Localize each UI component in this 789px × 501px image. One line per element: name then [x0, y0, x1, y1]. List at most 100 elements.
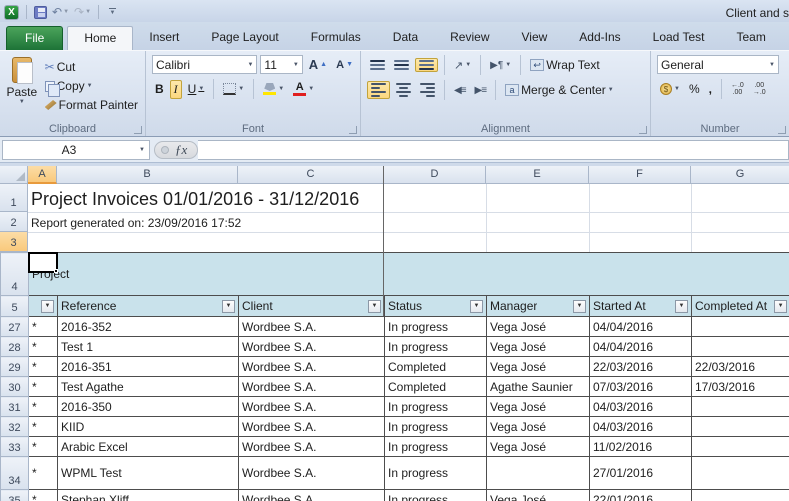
text-direction-button[interactable]: ▶¶▼: [487, 59, 514, 72]
ribbon-tab-insert[interactable]: Insert: [133, 26, 195, 50]
fill-color-button[interactable]: ▼: [260, 82, 287, 96]
row-number[interactable]: 29: [1, 357, 29, 377]
redo-button[interactable]: ↷▼: [74, 5, 91, 19]
comma-style-button[interactable]: ,: [706, 81, 715, 97]
ribbon-tab-view[interactable]: View: [506, 26, 564, 50]
cell[interactable]: Completed: [385, 357, 487, 377]
header-cell[interactable]: Status▼: [385, 296, 487, 317]
header-cell[interactable]: Completed At▼: [692, 296, 789, 317]
paste-button[interactable]: Paste ▼: [6, 57, 38, 122]
cell[interactable]: [692, 457, 789, 490]
percent-style-button[interactable]: %: [686, 81, 703, 97]
cell[interactable]: In progress: [385, 397, 487, 417]
cell[interactable]: In progress: [385, 337, 487, 357]
column-header-D[interactable]: D: [384, 166, 486, 184]
ribbon-tab-load-test[interactable]: Load Test: [637, 26, 721, 50]
decrease-indent-button[interactable]: ◀≡: [451, 84, 469, 97]
name-box[interactable]: A3 ▼: [2, 140, 150, 160]
cell[interactable]: In progress: [385, 317, 487, 337]
cell[interactable]: Wordbee S.A.: [239, 490, 385, 501]
filter-icon[interactable]: ▼: [222, 300, 235, 313]
cell[interactable]: Agathe Saunier: [487, 377, 590, 397]
cell[interactable]: 2016-350: [58, 397, 239, 417]
header-cell[interactable]: Manager▼: [487, 296, 590, 317]
cell[interactable]: *: [29, 490, 58, 501]
font-size-combo[interactable]: 11▼: [260, 55, 302, 74]
cell[interactable]: 04/03/2016: [590, 397, 692, 417]
cell[interactable]: KIID: [58, 417, 239, 437]
cell[interactable]: 2016-352: [58, 317, 239, 337]
cell[interactable]: [692, 317, 789, 337]
dialog-launcher-icon[interactable]: [778, 126, 786, 134]
cell[interactable]: Vega José: [487, 397, 590, 417]
cell[interactable]: 04/04/2016: [590, 317, 692, 337]
formula-input[interactable]: [198, 140, 789, 160]
merge-center-button[interactable]: aMerge & Center ▼: [502, 82, 617, 98]
cell-A3[interactable]: [28, 232, 789, 252]
cell[interactable]: 11/02/2016: [590, 437, 692, 457]
ribbon-tab-file[interactable]: File: [6, 26, 63, 50]
align-bottom-button[interactable]: [415, 58, 438, 72]
cell[interactable]: Wordbee S.A.: [239, 417, 385, 437]
dialog-launcher-icon[interactable]: [134, 126, 142, 134]
cell[interactable]: 07/03/2016: [590, 377, 692, 397]
cell[interactable]: *: [29, 437, 58, 457]
cell[interactable]: [692, 417, 789, 437]
header-cell[interactable]: Started At▼: [590, 296, 692, 317]
insert-function-button[interactable]: ƒx: [154, 141, 198, 159]
cell[interactable]: *: [29, 457, 58, 490]
cell[interactable]: Arabic Excel: [58, 437, 239, 457]
font-family-combo[interactable]: Calibri▼: [152, 55, 257, 74]
cell[interactable]: Test Agathe: [58, 377, 239, 397]
cell[interactable]: Vega José: [487, 437, 590, 457]
row-number[interactable]: 31: [1, 397, 29, 417]
cell[interactable]: *: [29, 317, 58, 337]
row-number[interactable]: 3: [0, 232, 28, 252]
filter-icon[interactable]: ▼: [470, 300, 483, 313]
shrink-font-button[interactable]: A▼: [333, 58, 356, 72]
row-number[interactable]: 28: [1, 337, 29, 357]
cell[interactable]: Completed: [385, 377, 487, 397]
cell[interactable]: Wordbee S.A.: [239, 317, 385, 337]
section-banner-cell[interactable]: Project: [29, 253, 789, 296]
cell[interactable]: [692, 490, 789, 501]
cell[interactable]: In progress: [385, 457, 487, 490]
ribbon-tab-formulas[interactable]: Formulas: [295, 26, 377, 50]
cell[interactable]: Stephan Xliff: [58, 490, 239, 501]
save-icon[interactable]: [34, 6, 47, 19]
cell[interactable]: 2016-351: [58, 357, 239, 377]
row-number[interactable]: 34: [1, 457, 29, 490]
cell[interactable]: Wordbee S.A.: [239, 397, 385, 417]
undo-button[interactable]: ↶▼: [52, 5, 69, 19]
cell[interactable]: [692, 337, 789, 357]
ribbon-tab-data[interactable]: Data: [377, 26, 434, 50]
filter-icon[interactable]: ▼: [774, 300, 787, 313]
cell[interactable]: Wordbee S.A.: [239, 437, 385, 457]
cell[interactable]: 27/01/2016: [590, 457, 692, 490]
row-number[interactable]: 1: [0, 184, 28, 212]
copy-button[interactable]: Copy ▼: [42, 78, 141, 94]
font-color-button[interactable]: A▼: [290, 81, 317, 97]
increase-decimal-button[interactable]: ←.0.00: [728, 81, 747, 97]
ribbon-tab-team[interactable]: Team: [720, 26, 781, 50]
column-header-G[interactable]: G: [691, 166, 789, 184]
filter-icon[interactable]: ▼: [573, 300, 586, 313]
align-center-button[interactable]: [393, 82, 414, 98]
dialog-launcher-icon[interactable]: [639, 126, 647, 134]
filter-icon[interactable]: ▼: [675, 300, 688, 313]
ribbon-tab-add-ins[interactable]: Add-Ins: [563, 26, 636, 50]
wrap-text-button[interactable]: ↩Wrap Text: [527, 57, 603, 73]
column-header-B[interactable]: B: [57, 166, 238, 184]
cut-button[interactable]: ✂Cut: [42, 59, 141, 75]
cell[interactable]: *: [29, 337, 58, 357]
cell-A1[interactable]: Project Invoices 01/01/2016 - 31/12/2016: [28, 184, 789, 212]
cell[interactable]: Wordbee S.A.: [239, 357, 385, 377]
cell[interactable]: Vega José: [487, 417, 590, 437]
row-number[interactable]: 30: [1, 377, 29, 397]
ribbon-tab-review[interactable]: Review: [434, 26, 505, 50]
row-number[interactable]: 27: [1, 317, 29, 337]
column-header-E[interactable]: E: [486, 166, 589, 184]
header-cell[interactable]: ▼: [29, 296, 58, 317]
cell[interactable]: *: [29, 377, 58, 397]
row-number[interactable]: 4: [1, 253, 29, 296]
